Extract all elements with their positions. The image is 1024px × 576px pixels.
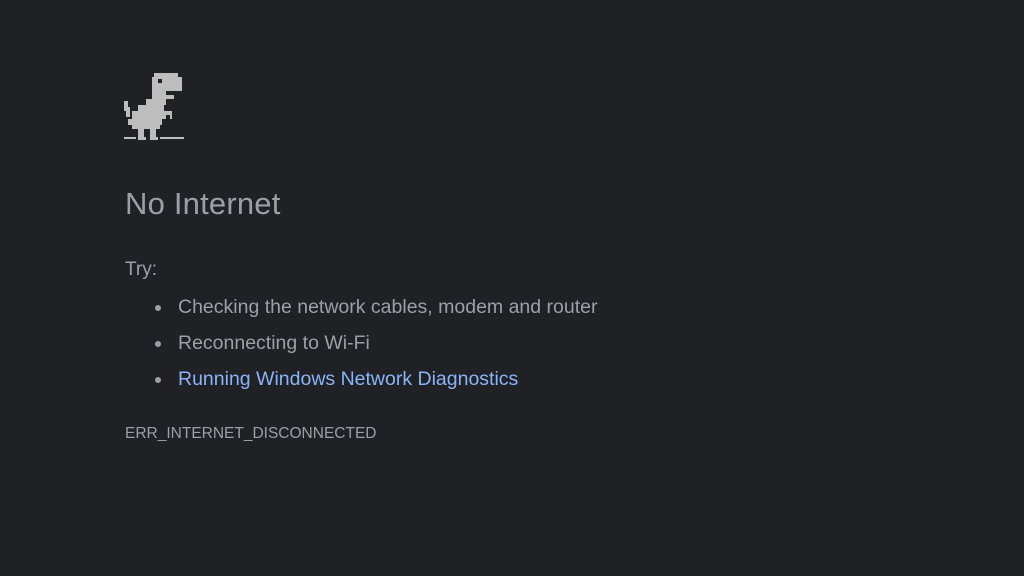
offline-dinosaur-icon <box>124 73 184 140</box>
bullet-icon <box>155 377 161 383</box>
suggestion-list: Checking the network cables, modem and r… <box>155 292 597 400</box>
page-title: No Internet <box>125 186 281 221</box>
suggestion-text: Reconnecting to Wi-Fi <box>178 332 370 354</box>
suggestion-item-network-cables: Checking the network cables, modem and r… <box>155 292 597 328</box>
bullet-icon <box>155 341 161 347</box>
suggestion-text: Checking the network cables, modem and r… <box>178 296 598 318</box>
try-label: Try: <box>125 259 158 280</box>
error-code: ERR_INTERNET_DISCONNECTED <box>125 425 377 442</box>
network-diagnostics-link[interactable]: Running Windows Network Diagnostics <box>178 368 518 390</box>
suggestion-item-reconnect-wifi: Reconnecting to Wi-Fi <box>155 328 597 364</box>
bullet-icon <box>155 305 161 311</box>
offline-error-page: No Internet Try: Checking the network ca… <box>0 0 1024 576</box>
suggestion-item-network-diagnostics: Running Windows Network Diagnostics <box>155 364 597 400</box>
